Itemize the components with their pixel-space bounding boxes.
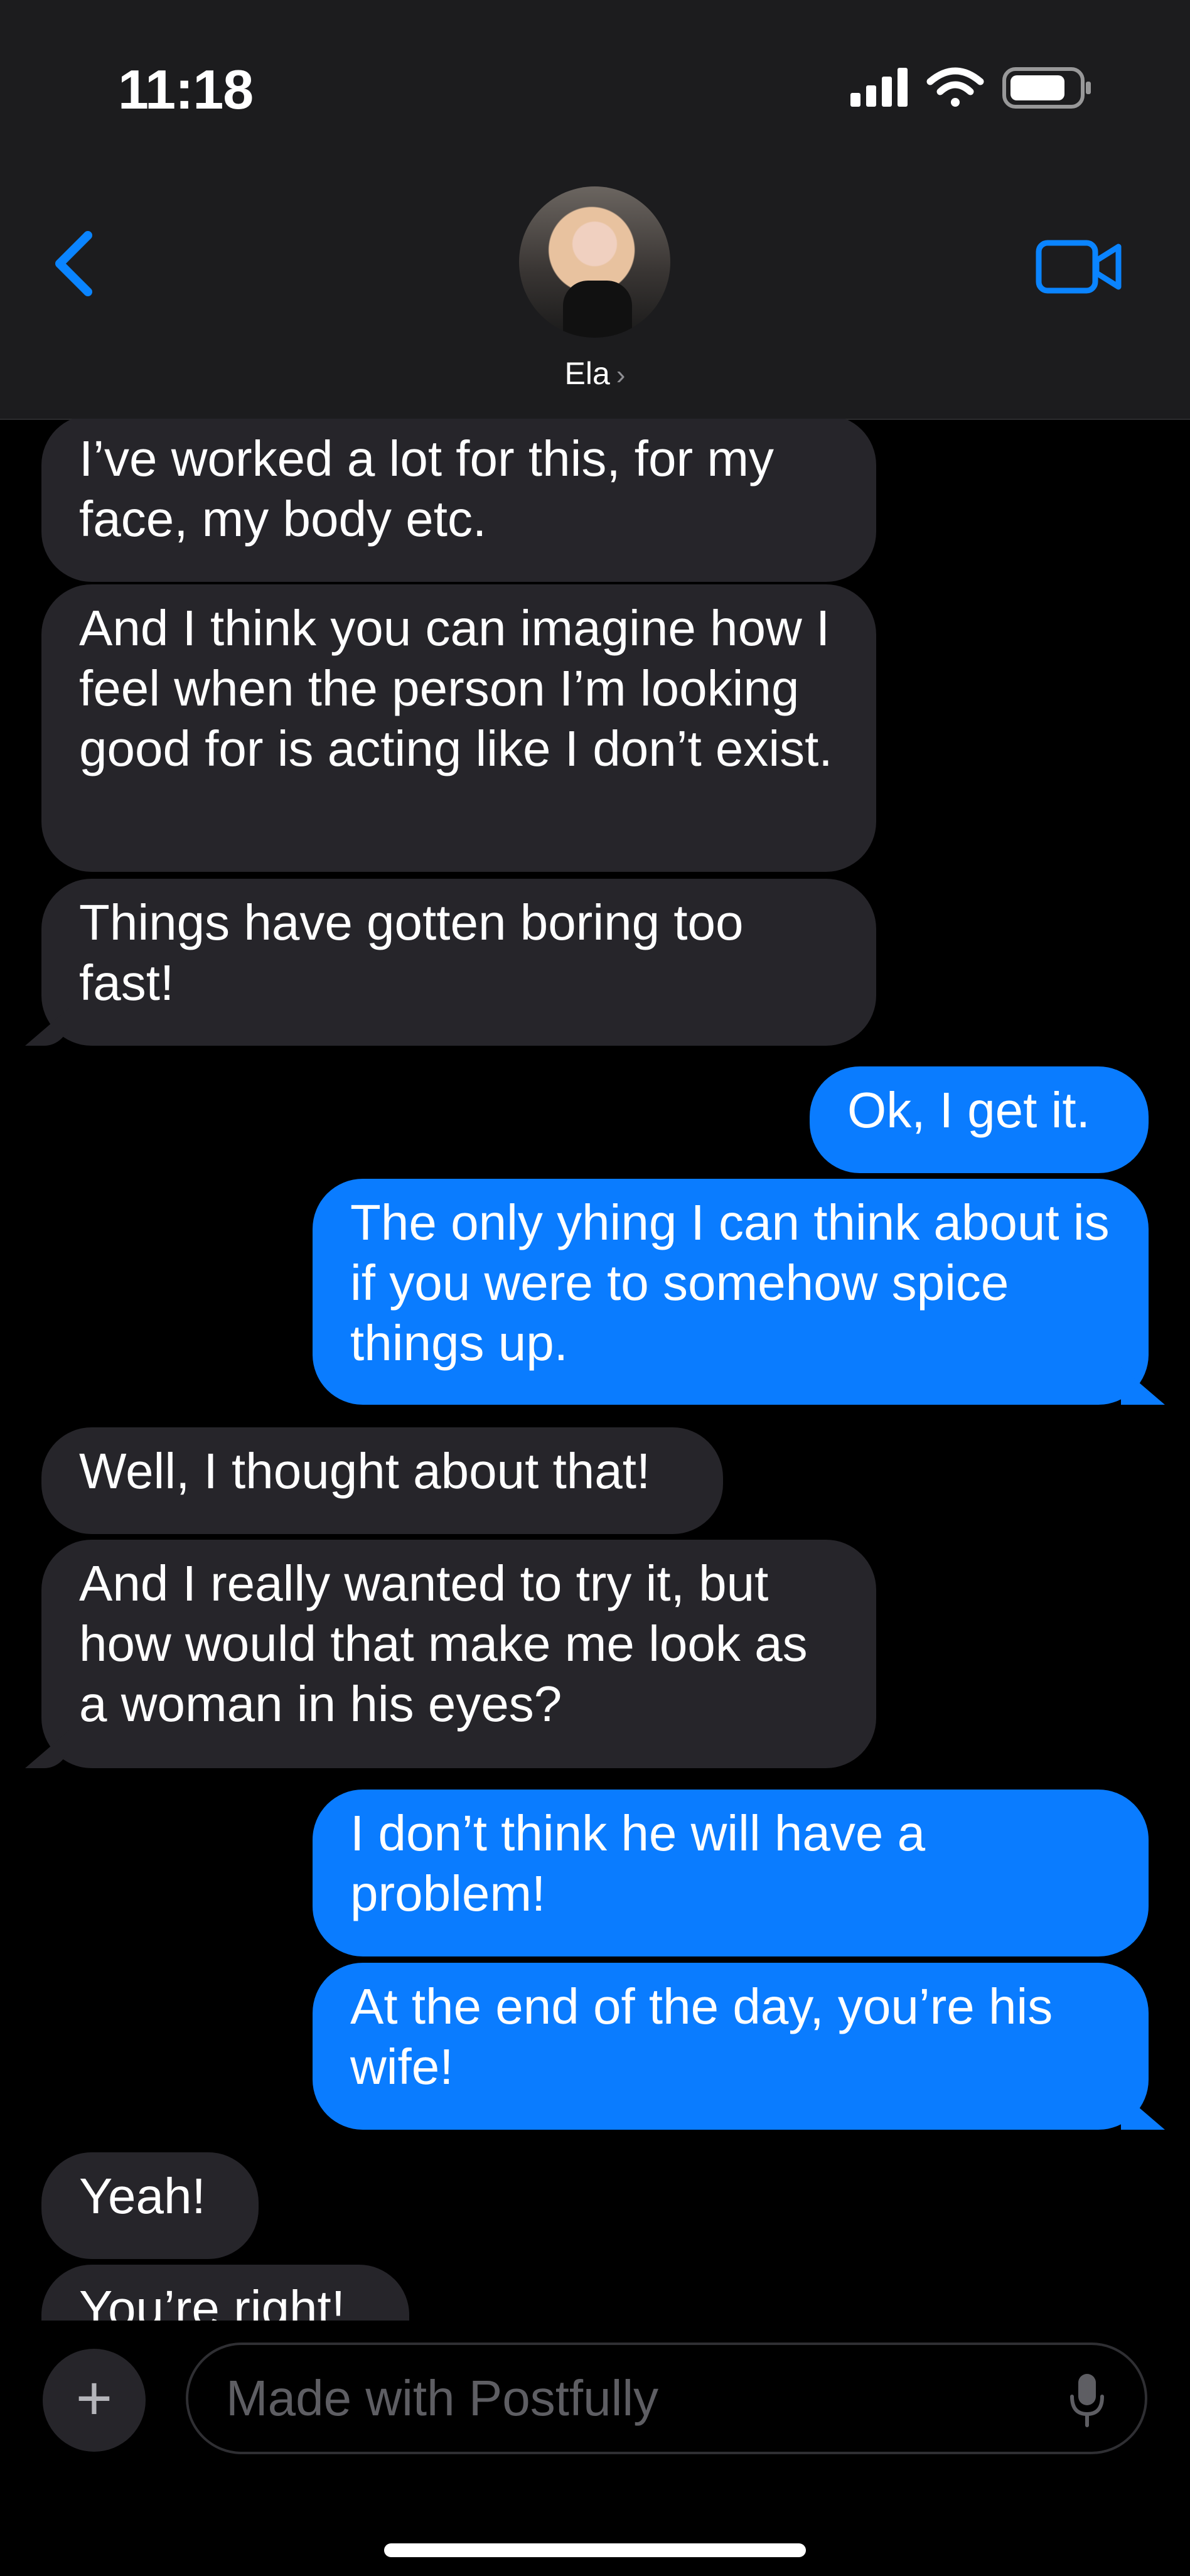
microphone-icon[interactable]: [1067, 2371, 1107, 2428]
video-call-icon[interactable]: [1036, 235, 1123, 298]
message-text: You’re right!: [79, 2280, 345, 2321]
message-text: I don’t think he will have a problem!: [350, 1805, 926, 1921]
message-text: And I really wanted to try it, but how w…: [79, 1555, 808, 1732]
chevron-right-icon: ›: [616, 360, 626, 390]
plus-icon[interactable]: +: [43, 2349, 146, 2452]
message-text: At the end of the day, you’re his wife!: [350, 1978, 1053, 2095]
message-bubble-outgoing: Ok, I get it.: [810, 1066, 1149, 1173]
message-bubble-incoming: And I really wanted to try it, but how w…: [41, 1540, 876, 1768]
message-bubble-incoming: Things have gotten boring too fast!: [41, 879, 876, 1046]
contact-avatar[interactable]: [519, 186, 670, 338]
message-input-placeholder: Made with Postfully: [226, 2370, 659, 2426]
message-text: Well, I thought about that!: [79, 1443, 651, 1499]
wifi-icon: [926, 67, 984, 107]
message-thread[interactable]: I’ve worked a lot for this, for my face,…: [0, 419, 1190, 2321]
status-time: 11:18: [118, 58, 254, 121]
message-composer: + Made with Postfully: [0, 2321, 1190, 2576]
contact-name-text: Ela: [564, 356, 610, 391]
message-text: Ok, I get it.: [847, 1082, 1090, 1138]
message-text: And I think you can imagine how I feel w…: [79, 600, 833, 776]
message-input[interactable]: Made with Postfully: [186, 2343, 1147, 2454]
message-text: The only yhing I can think about is if y…: [350, 1194, 1110, 1371]
battery-icon: [1002, 67, 1091, 109]
message-bubble-incoming: Well, I thought about that!: [41, 1427, 723, 1534]
message-bubble-incoming: You’re right!: [41, 2265, 409, 2321]
message-bubble-outgoing: The only yhing I can think about is if y…: [313, 1179, 1149, 1405]
signal-icon: [850, 68, 908, 107]
message-bubble-incoming: And I think you can imagine how I feel w…: [41, 584, 876, 872]
message-bubble-outgoing: I don’t think he will have a problem!: [313, 1790, 1149, 1956]
message-bubble-outgoing: At the end of the day, you’re his wife!: [313, 1963, 1149, 2130]
contact-name[interactable]: Ela ›: [0, 355, 1190, 392]
message-text: I’ve worked a lot for this, for my face,…: [79, 431, 775, 547]
conversation-header: 11:18 Ela ›: [0, 0, 1190, 420]
message-bubble-incoming: Yeah!: [41, 2152, 259, 2259]
back-chevron-icon[interactable]: [44, 223, 107, 304]
status-icons: [850, 67, 1091, 109]
message-bubble-incoming: I’ve worked a lot for this, for my face,…: [41, 419, 876, 582]
message-text: Yeah!: [79, 2168, 206, 2224]
message-text: Things have gotten boring too fast!: [79, 894, 744, 1011]
home-indicator[interactable]: [384, 2543, 806, 2557]
